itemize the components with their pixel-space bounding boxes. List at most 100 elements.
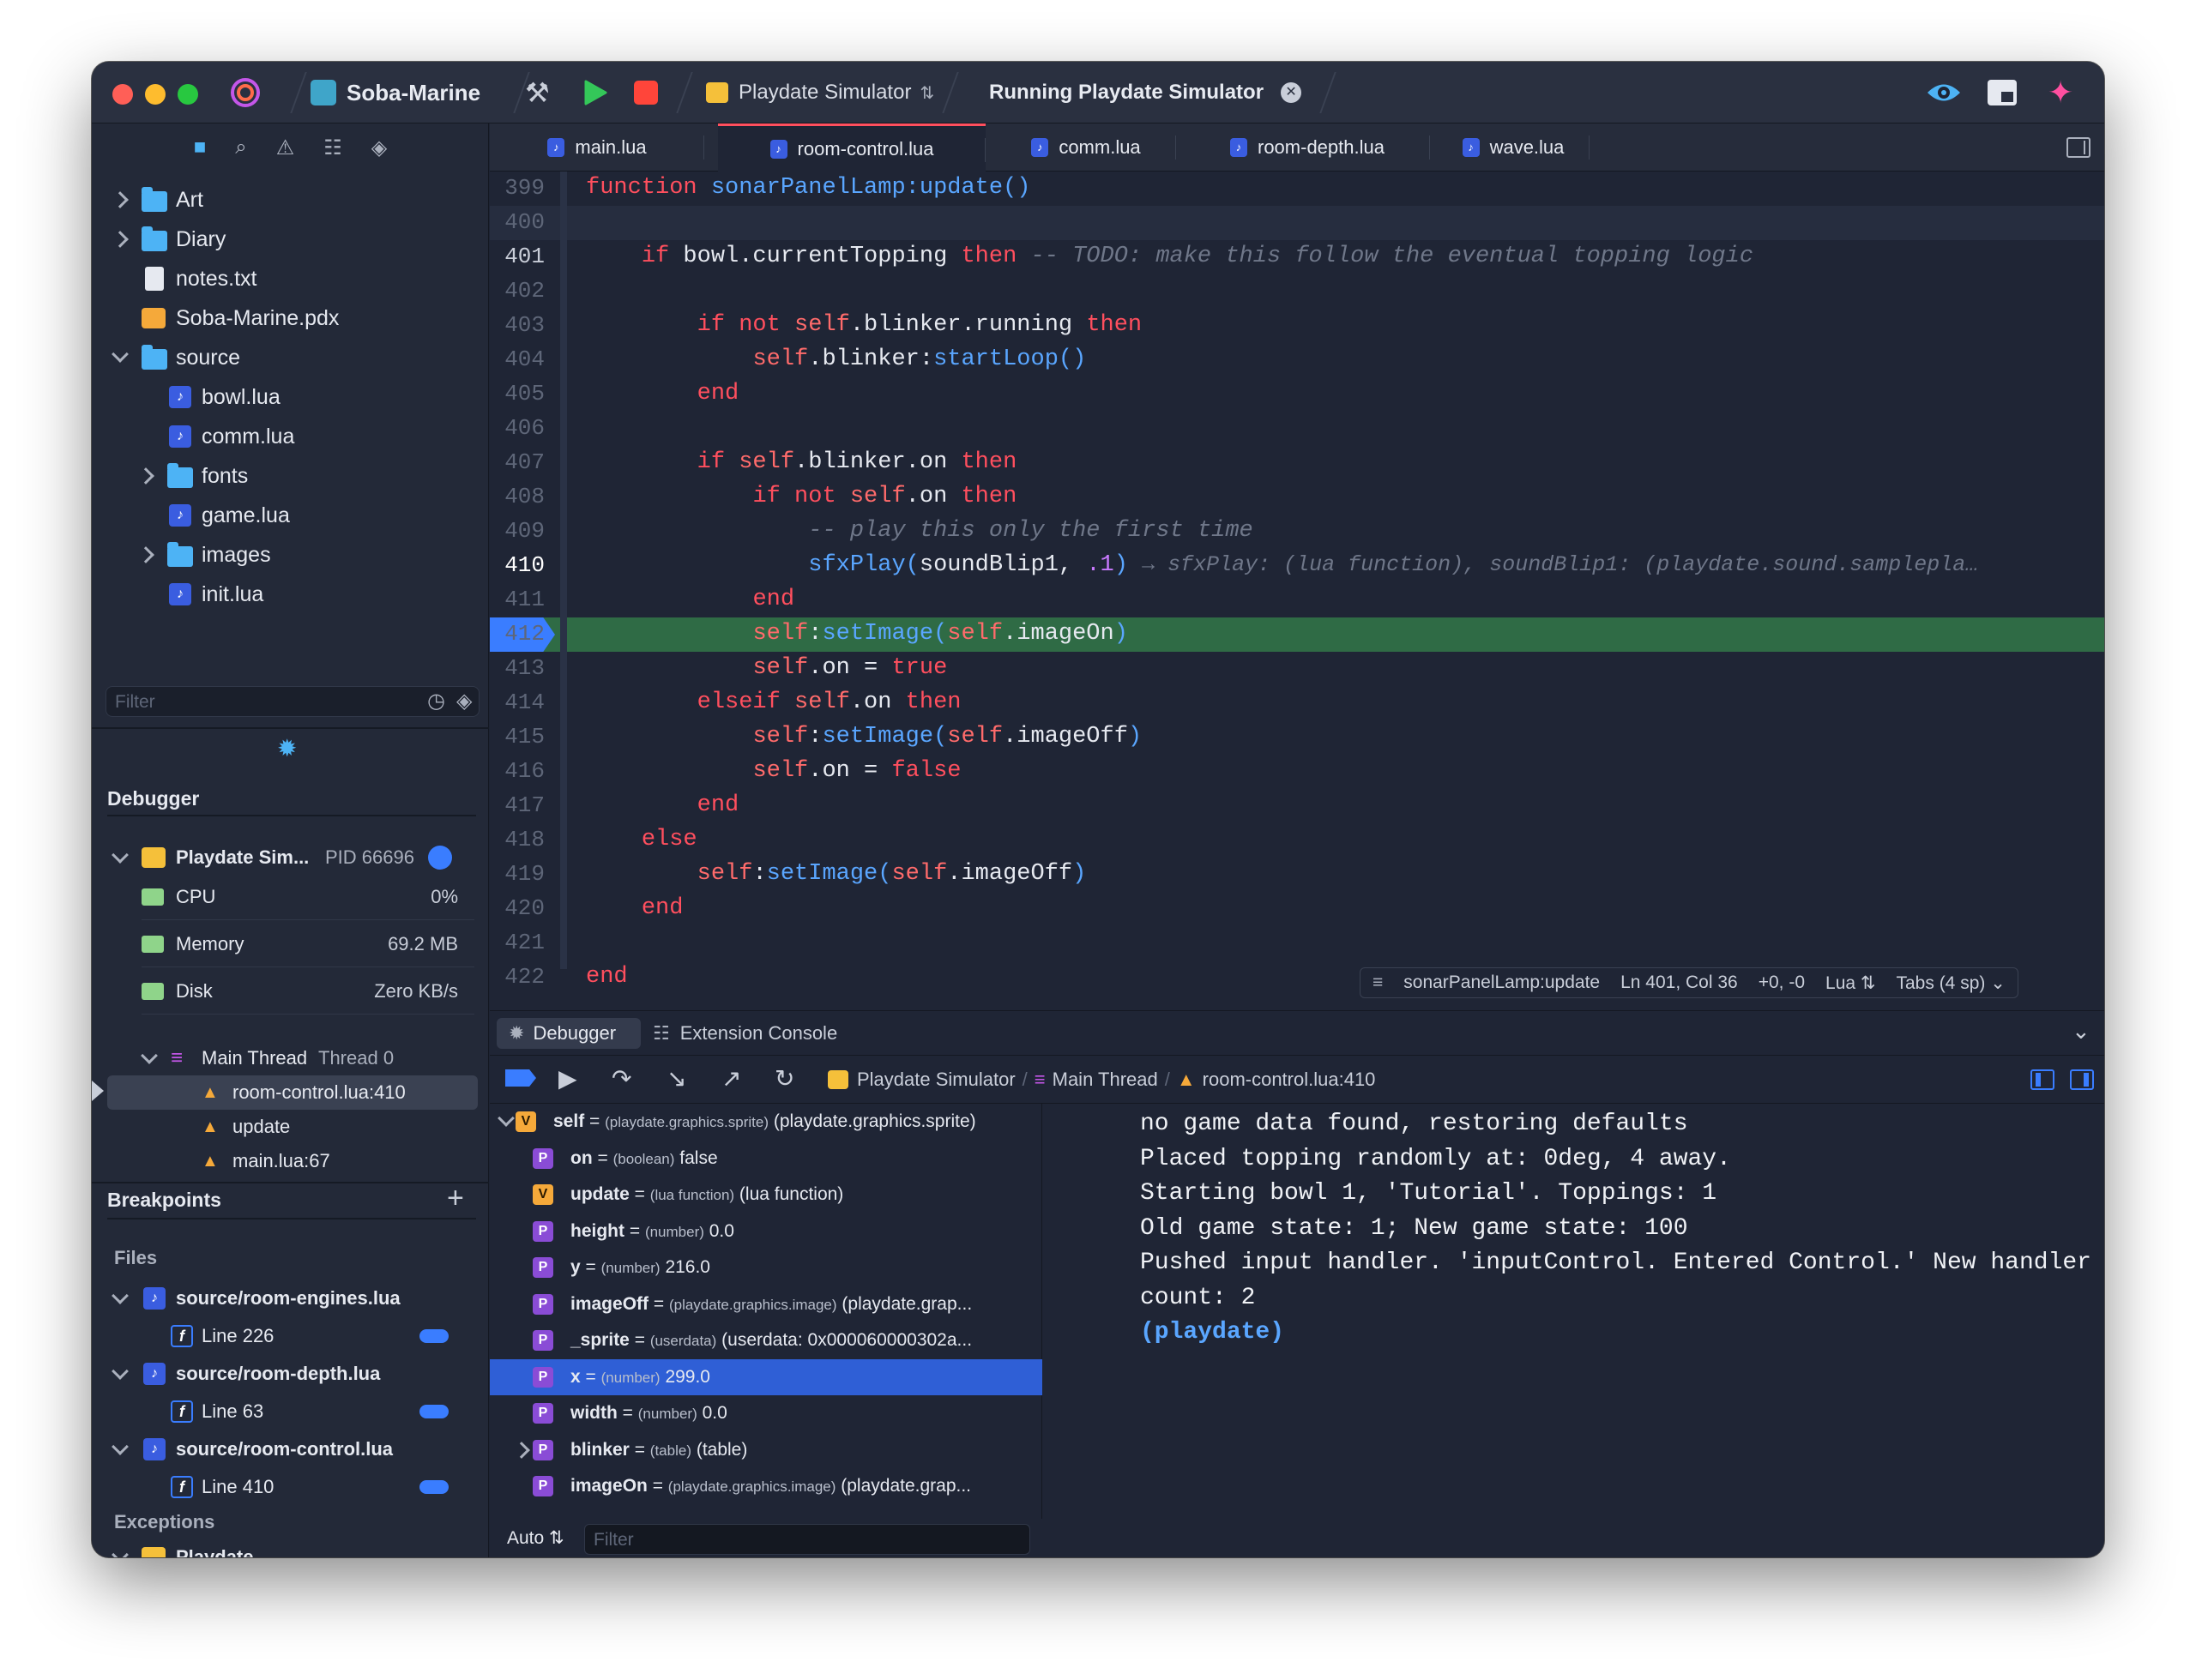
file-tree-item[interactable]: Art	[92, 180, 489, 220]
breakpoint-line-row[interactable]: f Line 63	[92, 1394, 489, 1429]
search-icon[interactable]: ⌕	[235, 135, 246, 160]
indent-selector[interactable]: Tabs (4 sp) ⌄	[1897, 972, 2006, 994]
scm-filter-icon[interactable]: ◈	[456, 689, 472, 714]
chevron-down-icon[interactable]	[112, 346, 129, 363]
line-number[interactable]: 403	[490, 312, 545, 338]
filter-field[interactable]: Filter ◷ ◈	[106, 686, 480, 717]
warning-icon[interactable]: ⚠	[276, 135, 295, 160]
variable-row[interactable]: P _sprite = (userdata) (userdata: 0x00006…	[490, 1322, 1042, 1358]
preview-eye-icon[interactable]	[1926, 62, 1962, 123]
line-number[interactable]: 415	[490, 724, 545, 750]
line-number[interactable]: 413	[490, 655, 545, 681]
line-number[interactable]: 416	[490, 758, 545, 784]
variable-row[interactable]: Vupdate = (lua function) (lua function)	[490, 1177, 1042, 1213]
step-over-icon[interactable]: ↷	[612, 1064, 631, 1093]
continue-icon[interactable]: ▶	[558, 1064, 577, 1093]
cursor-position[interactable]: Ln 401, Col 36	[1620, 972, 1738, 993]
tab-debugger[interactable]: ✹ Debugger	[497, 1018, 641, 1049]
step-out-icon[interactable]: ↗	[721, 1064, 741, 1093]
variable-row[interactable]: Px = (number) 299.0	[490, 1358, 1042, 1395]
run-button[interactable]	[581, 62, 608, 123]
stack-frame[interactable]: ▲ main.lua:67	[107, 1144, 478, 1178]
chevron-down-icon[interactable]	[112, 1438, 129, 1455]
chevron-right-icon[interactable]	[513, 1441, 530, 1459]
line-number[interactable]: 414	[490, 689, 545, 715]
minimize-window-button[interactable]	[145, 84, 166, 105]
tab-room-control[interactable]: ♪ room-control.lua	[718, 123, 986, 172]
line-number[interactable]: 409	[490, 518, 545, 544]
gauge-row[interactable]: Disk Zero KB/s	[92, 974, 489, 1009]
chevron-down-icon[interactable]	[112, 1363, 129, 1380]
file-tree-item[interactable]: ♪ init.lua	[92, 575, 489, 614]
breakpoint-toggle[interactable]	[419, 1480, 449, 1494]
variable-row[interactable]: Vself = (playdate.graphics.sprite) (play…	[490, 1104, 1042, 1140]
variable-row[interactable]: Pblinker = (table) (table)	[490, 1432, 1042, 1468]
process-row[interactable]: Playdate Sim... PID 66696	[92, 840, 489, 875]
file-tree-item[interactable]: Diary	[92, 220, 489, 259]
line-number[interactable]: 412	[490, 621, 545, 647]
breadcrumb-process[interactable]: Playdate Simulator	[857, 1069, 1016, 1091]
line-number[interactable]: 417	[490, 792, 545, 818]
line-number[interactable]: 399	[490, 175, 545, 201]
breakpoint-toggle[interactable]	[419, 1405, 449, 1418]
main-thread-row[interactable]: ≡ Main Thread Thread 0	[92, 1041, 489, 1075]
line-number[interactable]: 400	[490, 209, 545, 235]
line-number[interactable]: 411	[490, 587, 545, 612]
diamond-icon[interactable]: ◈	[371, 135, 387, 160]
tab-extension-console[interactable]: ☷ Extension Console	[653, 1018, 837, 1049]
file-tree-item[interactable]: images	[92, 535, 489, 575]
variable-row[interactable]: Pon = (boolean) false	[490, 1141, 1042, 1177]
inspector-toggle-icon[interactable]	[2066, 137, 2090, 158]
line-number[interactable]: 405	[490, 381, 545, 406]
grid-icon[interactable]: ☷	[323, 135, 342, 160]
build-hammer-icon[interactable]: ⚒	[525, 62, 550, 123]
console-prompt[interactable]: (playdate)	[1140, 1319, 1284, 1346]
file-tree-item[interactable]: ♪ game.lua	[92, 496, 489, 535]
gauge-row[interactable]: Memory 69.2 MB	[92, 927, 489, 961]
chevron-right-icon[interactable]	[137, 467, 154, 485]
sparkle-icon[interactable]: ✦	[2048, 62, 2073, 123]
variable-row[interactable]: PimageOn = (playdate.graphics.image) (pl…	[490, 1468, 1042, 1504]
scheme-selector[interactable]: Playdate Simulator ⇅	[706, 62, 934, 123]
line-number[interactable]: 410	[490, 552, 545, 578]
file-tree-item[interactable]: Soba-Marine.pdx	[92, 298, 489, 338]
restart-icon[interactable]: ↻	[775, 1064, 794, 1093]
line-number[interactable]: 418	[490, 827, 545, 852]
code-editor[interactable]: 399 400 401 402 403 404 405 406 407 408 409 410 411 4…	[490, 172, 2104, 1010]
chevron-down-icon[interactable]	[112, 1287, 129, 1304]
project-selector[interactable]: Soba-Marine	[311, 62, 480, 123]
file-tree-item[interactable]: ♪ bowl.lua	[92, 377, 489, 417]
variable-row[interactable]: Pheight = (number) 0.0	[490, 1213, 1042, 1249]
exception-group-row[interactable]: Playdate	[92, 1542, 489, 1557]
stack-frame[interactable]: ▲ update	[107, 1110, 478, 1144]
debug-bug-icon[interactable]: ✹	[277, 734, 297, 762]
stop-button[interactable]	[634, 62, 658, 123]
tab-main[interactable]: ♪ main.lua	[490, 123, 704, 172]
line-number[interactable]: 421	[490, 930, 545, 955]
breakpoint-file-row[interactable]: ♪ source/room-control.lua	[92, 1432, 489, 1466]
gauge-row[interactable]: CPU 0%	[92, 880, 489, 914]
variables-filter-field[interactable]: Filter	[584, 1524, 1030, 1555]
folder-tab-icon[interactable]: ■	[194, 135, 207, 160]
step-in-icon[interactable]: ↘	[667, 1064, 686, 1093]
stop-run-icon[interactable]: ✕	[1281, 82, 1302, 103]
breakpoints-toggle-icon[interactable]	[505, 1069, 536, 1087]
current-symbol[interactable]: sonarPanelLamp:update	[1403, 972, 1600, 993]
variable-row[interactable]: PimageOff = (playdate.graphics.image) (p…	[490, 1286, 1042, 1322]
breakpoint-toggle[interactable]	[419, 1329, 449, 1343]
file-tree-item[interactable]: fonts	[92, 456, 489, 496]
line-number[interactable]: 401	[490, 244, 545, 269]
variable-row[interactable]: Py = (number) 216.0	[490, 1249, 1042, 1286]
tab-comm[interactable]: ♪ comm.lua	[996, 123, 1176, 172]
line-number[interactable]: 422	[490, 964, 545, 990]
file-tree-item[interactable]: notes.txt	[92, 259, 489, 298]
zoom-window-button[interactable]	[178, 84, 198, 105]
line-number[interactable]: 404	[490, 346, 545, 372]
line-number[interactable]: 407	[490, 449, 545, 475]
chevron-right-icon[interactable]	[137, 546, 154, 563]
line-number[interactable]: 419	[490, 861, 545, 887]
language-selector[interactable]: Lua ⇅	[1825, 972, 1875, 994]
close-window-button[interactable]	[112, 84, 133, 105]
stack-frame[interactable]: ▲ room-control.lua:410	[107, 1075, 478, 1110]
breadcrumb-thread[interactable]: Main Thread	[1053, 1069, 1158, 1091]
